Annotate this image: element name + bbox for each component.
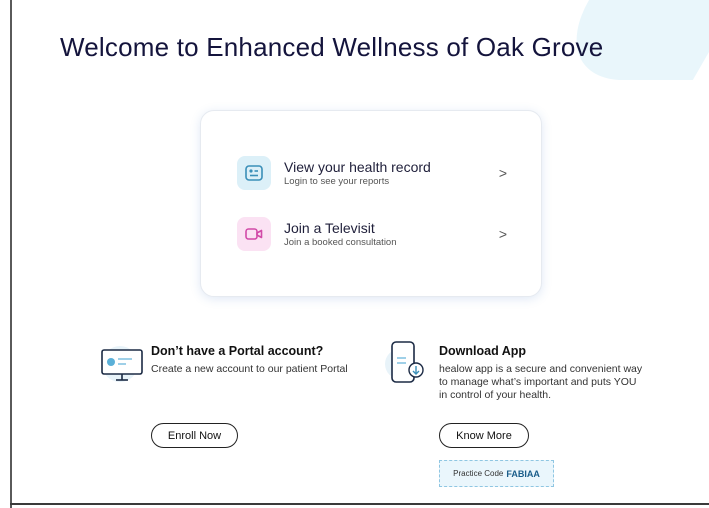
chevron-right-icon: > (498, 226, 507, 242)
frame-bottom-border (10, 503, 709, 505)
practice-code-value: FABIAA (506, 468, 540, 479)
video-camera-icon (237, 217, 271, 251)
option-subtitle: Login to see your reports (284, 176, 390, 187)
view-health-record-option[interactable]: View your health record Login to see you… (237, 153, 507, 193)
app-description: healow app is a secure and convenient wa… (439, 363, 643, 401)
chevron-right-icon: > (498, 165, 507, 181)
options-card: View your health record Login to see you… (200, 110, 542, 297)
frame-left-border (10, 0, 12, 508)
mobile-download-icon (384, 340, 434, 391)
practice-code-badge: Practice Code FABIAA (439, 460, 554, 487)
computer-monitor-icon (100, 340, 146, 391)
practice-code-label: Practice Code (453, 469, 504, 478)
health-record-icon (237, 156, 271, 190)
app-section: Download App healow app is a secure and … (439, 344, 644, 402)
portal-description: Create a new account to our patient Port… (151, 363, 348, 375)
portal-title: Don’t have a Portal account? (151, 344, 324, 358)
page-title: Welcome to Enhanced Wellness of Oak Grov… (60, 32, 604, 62)
app-title: Download App (439, 344, 527, 358)
know-more-button[interactable]: Know More (439, 423, 529, 448)
option-subtitle: Join a booked consultation (284, 237, 397, 248)
enroll-now-button[interactable]: Enroll Now (151, 423, 238, 448)
join-televisit-option[interactable]: Join a Televisit Join a booked consultat… (237, 214, 507, 254)
option-title: View your health record (284, 159, 431, 175)
option-title: Join a Televisit (284, 220, 375, 236)
portal-section: Don’t have a Portal account? Create a ne… (151, 344, 361, 376)
